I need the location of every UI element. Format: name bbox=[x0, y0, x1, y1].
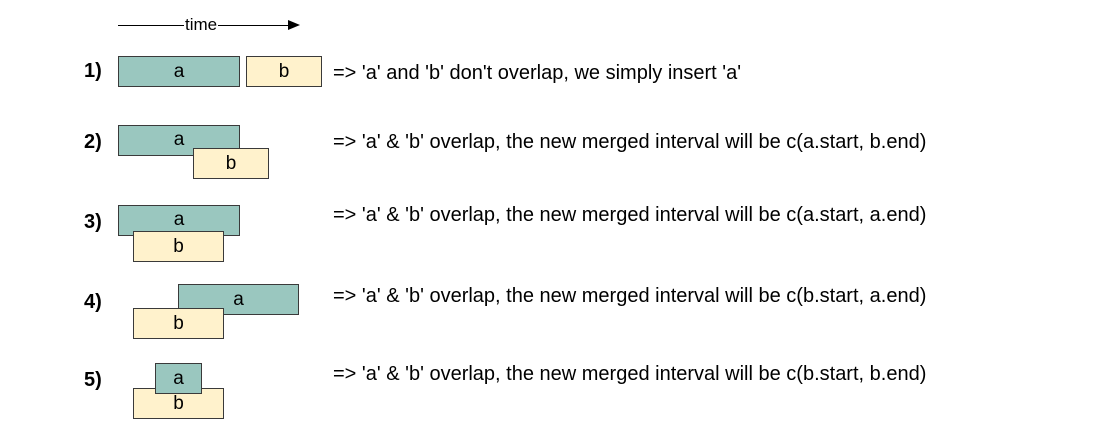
interval-a-label: a bbox=[173, 61, 185, 82]
interval-a-label: a bbox=[233, 289, 244, 310]
case-description: => 'a' & 'b' overlap, the new merged int… bbox=[333, 131, 927, 153]
time-axis-label: time bbox=[184, 15, 219, 35]
interval-b: b bbox=[193, 148, 269, 179]
interval-b-label: b bbox=[278, 61, 290, 82]
case-description: => 'a' & 'b' overlap, the new merged int… bbox=[333, 363, 927, 385]
case-number: 1) bbox=[84, 60, 102, 82]
interval-b: b bbox=[133, 308, 224, 339]
interval-a: a bbox=[118, 56, 240, 87]
interval-b: b bbox=[246, 56, 322, 87]
interval-b-label: b bbox=[225, 153, 237, 174]
interval-a: a bbox=[155, 363, 202, 394]
interval-b-label: b bbox=[173, 313, 184, 334]
interval-b-label: b bbox=[173, 393, 184, 414]
case-description: => 'a' & 'b' overlap, the new merged int… bbox=[333, 285, 927, 307]
interval-a-label: a bbox=[173, 368, 184, 389]
interval-b: b bbox=[133, 231, 224, 262]
case-description: => 'a' and 'b' don't overlap, we simply … bbox=[333, 62, 742, 84]
interval-b-label: b bbox=[173, 236, 184, 257]
case-description: => 'a' & 'b' overlap, the new merged int… bbox=[333, 204, 927, 226]
case-number: 5) bbox=[84, 369, 102, 391]
case-number: 3) bbox=[84, 211, 102, 233]
interval-a-label: a bbox=[173, 129, 185, 150]
interval-a-label: a bbox=[173, 209, 185, 230]
case-number: 2) bbox=[84, 131, 102, 153]
time-arrow-head-icon bbox=[288, 20, 300, 30]
case-number: 4) bbox=[84, 291, 102, 313]
